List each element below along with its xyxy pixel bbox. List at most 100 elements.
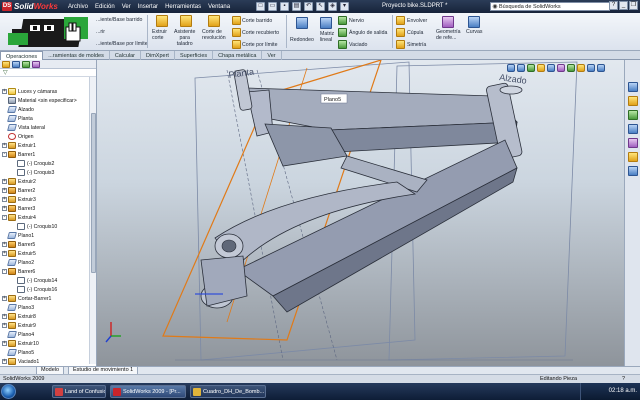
linear-pattern-label[interactable]: Matriz lineal [320, 31, 334, 43]
expand-icon[interactable]: + [2, 314, 7, 319]
tree-item[interactable]: Vaciado1 [8, 357, 39, 366]
tree-item[interactable]: (-) Croquis10 [17, 222, 57, 231]
menu-herramientas[interactable]: Herramientas [165, 4, 201, 10]
zoom-fit-icon[interactable] [507, 64, 515, 72]
wrap-icon[interactable] [396, 16, 405, 25]
shell-icon[interactable] [338, 40, 347, 49]
bike-frame-model[interactable] [200, 69, 523, 313]
menu-edicion[interactable]: Edición [95, 4, 115, 10]
draft-label[interactable]: Ángulo de salida [349, 30, 387, 36]
menu-insertar[interactable]: Insertar [138, 4, 158, 10]
revolve-cut-label[interactable]: Corte de revolución [202, 29, 226, 41]
tree-item[interactable]: Origen [8, 132, 34, 141]
tree-item[interactable]: Planta [7, 114, 33, 123]
select-icon[interactable]: ↖ [316, 2, 325, 11]
status-help[interactable]: ? [622, 376, 625, 382]
search-dropdown-icon[interactable]: ◉ [491, 3, 499, 10]
previous-view-icon[interactable] [527, 64, 535, 72]
collapse-icon[interactable]: - [2, 215, 7, 220]
taskbar-item-solidworks[interactable]: SolidWorks 2009 - [Pr... [110, 385, 186, 398]
expand-icon[interactable]: + [2, 341, 7, 346]
tree-item[interactable]: Cortar-Barrer1 [8, 294, 51, 303]
rib-label[interactable]: Nervio [349, 18, 364, 24]
tree-item[interactable]: Barrer6 [8, 267, 35, 276]
fillet-icon[interactable] [296, 17, 308, 29]
tree-item[interactable]: Barrer2 [8, 186, 35, 195]
tab-ver[interactable]: Ver [262, 51, 282, 60]
loft-cut-label[interactable]: Corte recubierto [242, 30, 279, 36]
model-viewport[interactable]: Planta Alzado Plano5 [97, 60, 624, 366]
filter-icon[interactable]: ▽ [0, 69, 96, 77]
boundary-boss-label[interactable]: ...iente/Base por límite [96, 41, 148, 47]
tab-moldes[interactable]: ...ramientas de moldes [43, 51, 110, 60]
tab-superficies[interactable]: Superficies [175, 51, 214, 60]
collapse-icon[interactable]: - [2, 152, 7, 157]
reference-geometry-label[interactable]: Geometría de refe... [436, 29, 461, 41]
hide-show-icon[interactable] [567, 64, 575, 72]
menu-ver[interactable]: Ver [122, 4, 131, 10]
tree-item[interactable]: Extruir3 [8, 195, 36, 204]
property-manager-icon[interactable] [12, 61, 20, 68]
tree-item[interactable]: Barrer5 [8, 240, 35, 249]
feature-manager-icon[interactable] [2, 61, 10, 68]
expand-icon[interactable]: + [2, 323, 7, 328]
expand-icon[interactable]: + [2, 143, 7, 148]
section-view-icon[interactable] [537, 64, 545, 72]
expand-icon[interactable]: + [2, 179, 7, 184]
search-pane-icon[interactable] [628, 124, 638, 134]
print-icon[interactable]: ▤ [292, 2, 301, 11]
loft-cut-icon[interactable] [232, 28, 241, 37]
taskbar-item-music[interactable]: Land of Confusion ... [52, 385, 106, 398]
tree-item[interactable]: Barrer1 [8, 150, 35, 159]
tree-item[interactable]: Material <sin especificar> [8, 96, 77, 105]
open-file-icon[interactable]: ▭ [268, 2, 277, 11]
tree-item[interactable]: (-) Croquis14 [17, 276, 57, 285]
tab-calcular[interactable]: Calcular [110, 51, 142, 60]
menu-archivo[interactable]: Archivo [68, 4, 88, 10]
scrollbar-thumb[interactable] [91, 113, 96, 273]
sweep-boss-label[interactable]: ...iente/Base barrido [96, 17, 142, 23]
menu-ventana[interactable]: Ventana [208, 4, 230, 10]
tree-scrollbar[interactable] [89, 77, 96, 364]
graphics-area[interactable]: Planta Alzado Plano5 [97, 60, 624, 366]
tree-item[interactable]: Plano4 [7, 330, 34, 339]
edit-appearance-icon[interactable] [577, 64, 585, 72]
sweep-cut-label[interactable]: Corte barrido [242, 18, 272, 24]
expand-icon[interactable]: + [2, 197, 7, 202]
dome-label[interactable]: Cúpula [407, 30, 423, 36]
expand-icon[interactable]: + [2, 206, 7, 211]
loft-boss-label[interactable]: ...rir [96, 29, 105, 35]
linear-pattern-icon[interactable] [320, 17, 332, 29]
shell-label[interactable]: Vaciado [349, 42, 367, 48]
undo-icon[interactable]: ↶ [304, 2, 313, 11]
tree-item[interactable]: Extruir10 [8, 339, 39, 348]
tree-item[interactable]: Extruir4 [8, 213, 36, 222]
dome-icon[interactable] [396, 28, 405, 37]
display-style-icon[interactable] [557, 64, 565, 72]
tree-item[interactable]: Extruir9 [8, 321, 36, 330]
expand-icon[interactable]: + [2, 242, 7, 247]
search-box[interactable]: ◉ Búsqueda de SolidWorks [490, 2, 610, 11]
view-orientation-icon[interactable] [547, 64, 555, 72]
expand-icon[interactable]: + [2, 296, 7, 301]
tree-item[interactable]: Plano5 [7, 348, 34, 357]
tree-item[interactable]: Extruir8 [8, 312, 36, 321]
hole-wizard-icon[interactable] [180, 15, 192, 27]
tree-item[interactable]: (-) Croquis16 [17, 285, 57, 294]
tree-item[interactable]: Alzado [7, 105, 34, 114]
clock[interactable]: 02:18 a.m. [609, 388, 637, 394]
draft-icon[interactable] [338, 28, 347, 37]
tab-dimxpert[interactable]: DimXpert [141, 51, 175, 60]
sweep-cut-icon[interactable] [232, 16, 241, 25]
options-icon[interactable]: ▾ [340, 2, 349, 11]
curves-label[interactable]: Curvas [466, 29, 482, 35]
custom-properties-icon[interactable] [628, 166, 638, 176]
solidworks-resources-icon[interactable] [628, 82, 638, 92]
view-palette-icon[interactable] [628, 138, 638, 148]
tree-item[interactable]: Plano1 [7, 231, 34, 240]
tree-item[interactable]: Vista lateral [7, 123, 45, 132]
app-logo[interactable]: DS SolidWorks [0, 2, 68, 11]
tab-operaciones[interactable]: Operaciones [0, 51, 44, 60]
hole-wizard-label[interactable]: Asistente para taladro [174, 29, 195, 47]
help-icon[interactable]: ? [609, 1, 618, 10]
